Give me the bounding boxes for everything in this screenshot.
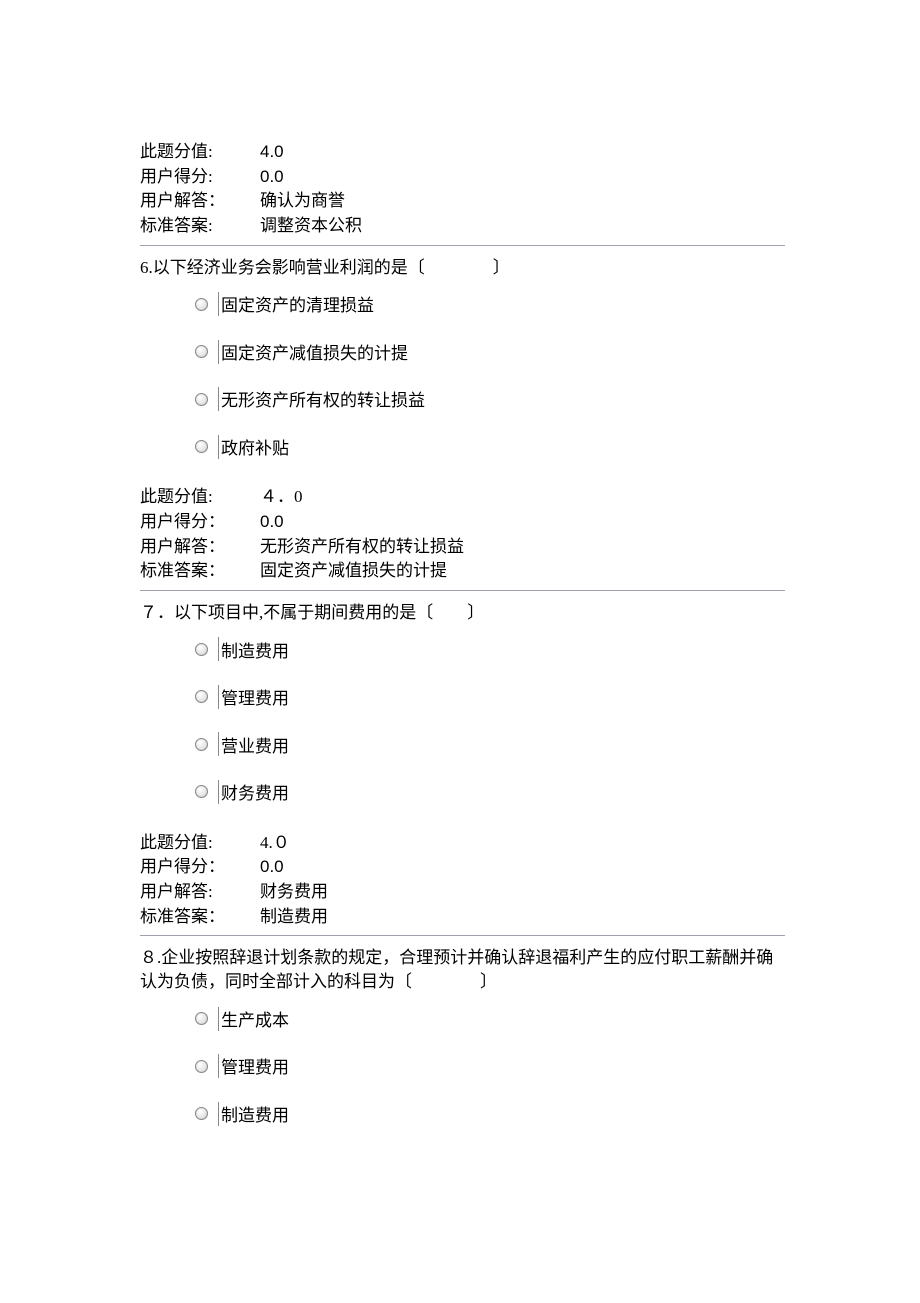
q6-meta: 此题分值: ４．0 用户得分： 0.0 用户解答： 无形资产所有权的转让损益 标… <box>140 485 785 584</box>
radio-icon[interactable] <box>195 440 208 453</box>
question-8: ８.企业按照辞退计划条款的规定，合理预计并确认辞退福利产生的应付职工薪酬并确认为… <box>140 946 785 1126</box>
vline-icon <box>218 1007 219 1031</box>
radio-icon[interactable] <box>195 785 208 798</box>
option-text: 政府补贴 <box>221 436 289 462</box>
q7-meta: 此题分值: 4.０ 用户得分： 0.0 用户解答: 财务费用 标准答案： 制造费… <box>140 831 785 930</box>
divider <box>140 245 785 246</box>
meta-row-user-answer: 用户解答: 财务费用 <box>140 880 785 905</box>
option-row[interactable]: 制造费用 <box>195 1101 785 1127</box>
divider <box>140 590 785 591</box>
meta-row-correct-answer: 标准答案： 制造费用 <box>140 905 785 930</box>
question-7: ７．以下项目中,不属于期间费用的是〔 〕 制造费用 管理费用 营业费用 财务费用… <box>140 601 785 929</box>
meta-value-user-score: 0.0 <box>260 855 284 880</box>
radio-icon[interactable] <box>195 298 208 311</box>
meta-value-score: 4.０ <box>260 831 290 856</box>
meta-label-user-score: 用户得分： <box>140 510 260 535</box>
option-text: 财务费用 <box>221 781 289 807</box>
question-6: 6.以下经济业务会影响营业利润的是〔 〕 固定资产的清理损益 固定资产减值损失的… <box>140 256 785 584</box>
meta-value-correct-answer: 调整资本公积 <box>260 214 362 239</box>
option-text: 固定资产减值损失的计提 <box>221 341 408 367</box>
meta-row-correct-answer: 标准答案: 调整资本公积 <box>140 214 785 239</box>
meta-label-score: 此题分值: <box>140 831 260 856</box>
meta-value-correct-answer: 制造费用 <box>260 905 328 930</box>
radio-icon[interactable] <box>195 1107 208 1120</box>
meta-label-user-answer: 用户解答： <box>140 535 260 560</box>
meta-row-user-answer: 用户解答： 无形资产所有权的转让损益 <box>140 535 785 560</box>
vline-icon <box>218 435 219 459</box>
meta-row-score: 此题分值: 4.０ <box>140 831 785 856</box>
option-text: 制造费用 <box>221 1103 289 1129</box>
vline-icon <box>218 292 219 316</box>
meta-value-correct-answer: 固定资产减值损失的计提 <box>260 559 447 584</box>
radio-icon[interactable] <box>195 1060 208 1073</box>
meta-value-score: ４．0 <box>260 485 303 510</box>
vline-icon <box>218 387 219 411</box>
meta-row-score: 此题分值: ４．0 <box>140 485 785 510</box>
vline-icon <box>218 637 219 661</box>
vline-icon <box>218 1054 219 1078</box>
options-list: 固定资产的清理损益 固定资产减值损失的计提 无形资产所有权的转让损益 政府补贴 <box>195 291 785 459</box>
meta-label-score: 此题分值: <box>140 140 260 165</box>
option-row[interactable]: 无形资产所有权的转让损益 <box>195 386 785 412</box>
option-row[interactable]: 固定资产减值损失的计提 <box>195 339 785 365</box>
meta-label-correct-answer: 标准答案： <box>140 559 260 584</box>
option-text: 管理费用 <box>221 1055 289 1081</box>
meta-value-user-score: 0.0 <box>260 165 284 190</box>
options-list: 制造费用 管理费用 营业费用 财务费用 <box>195 637 785 805</box>
radio-icon[interactable] <box>195 1012 208 1025</box>
option-text: 无形资产所有权的转让损益 <box>221 388 425 414</box>
option-text: 固定资产的清理损益 <box>221 293 374 319</box>
option-row[interactable]: 营业费用 <box>195 732 785 758</box>
option-row[interactable]: 管理费用 <box>195 684 785 710</box>
meta-row-user-score: 用户得分： 0.0 <box>140 855 785 880</box>
meta-value-user-answer: 无形资产所有权的转让损益 <box>260 535 464 560</box>
meta-value-score: 4.0 <box>260 140 284 165</box>
meta-row-user-answer: 用户解答： 确认为商誉 <box>140 189 785 214</box>
vline-icon <box>218 1102 219 1126</box>
vline-icon <box>218 780 219 804</box>
question-stem: ７．以下项目中,不属于期间费用的是〔 〕 <box>140 601 785 625</box>
meta-row-user-score: 用户得分: 0.0 <box>140 165 785 190</box>
meta-value-user-answer: 财务费用 <box>260 880 328 905</box>
option-row[interactable]: 固定资产的清理损益 <box>195 291 785 317</box>
question-stem: ８.企业按照辞退计划条款的规定，合理预计并确认辞退福利产生的应付职工薪酬并确认为… <box>140 946 785 994</box>
radio-icon[interactable] <box>195 690 208 703</box>
option-text: 生产成本 <box>221 1008 289 1034</box>
q5-meta: 此题分值: 4.0 用户得分: 0.0 用户解答： 确认为商誉 标准答案: 调整… <box>140 140 785 239</box>
meta-value-user-answer: 确认为商誉 <box>260 189 345 214</box>
meta-row-score: 此题分值: 4.0 <box>140 140 785 165</box>
option-row[interactable]: 政府补贴 <box>195 434 785 460</box>
vline-icon <box>218 340 219 364</box>
meta-label-user-answer: 用户解答： <box>140 189 260 214</box>
question-stem: 6.以下经济业务会影响营业利润的是〔 〕 <box>140 256 785 280</box>
meta-label-user-answer: 用户解答: <box>140 880 260 905</box>
meta-value-user-score: 0.0 <box>260 510 284 535</box>
option-row[interactable]: 财务费用 <box>195 779 785 805</box>
option-row[interactable]: 制造费用 <box>195 637 785 663</box>
meta-row-user-score: 用户得分： 0.0 <box>140 510 785 535</box>
option-text: 管理费用 <box>221 686 289 712</box>
vline-icon <box>218 685 219 709</box>
radio-icon[interactable] <box>195 393 208 406</box>
vline-icon <box>218 732 219 756</box>
meta-label-correct-answer: 标准答案： <box>140 905 260 930</box>
meta-label-user-score: 用户得分: <box>140 165 260 190</box>
option-text: 制造费用 <box>221 639 289 665</box>
option-row[interactable]: 生产成本 <box>195 1006 785 1032</box>
meta-row-correct-answer: 标准答案： 固定资产减值损失的计提 <box>140 559 785 584</box>
radio-icon[interactable] <box>195 738 208 751</box>
meta-label-correct-answer: 标准答案: <box>140 214 260 239</box>
options-list: 生产成本 管理费用 制造费用 <box>195 1006 785 1127</box>
option-text: 营业费用 <box>221 734 289 760</box>
meta-label-user-score: 用户得分： <box>140 855 260 880</box>
meta-label-score: 此题分值: <box>140 485 260 510</box>
radio-icon[interactable] <box>195 643 208 656</box>
divider <box>140 935 785 936</box>
radio-icon[interactable] <box>195 345 208 358</box>
option-row[interactable]: 管理费用 <box>195 1053 785 1079</box>
